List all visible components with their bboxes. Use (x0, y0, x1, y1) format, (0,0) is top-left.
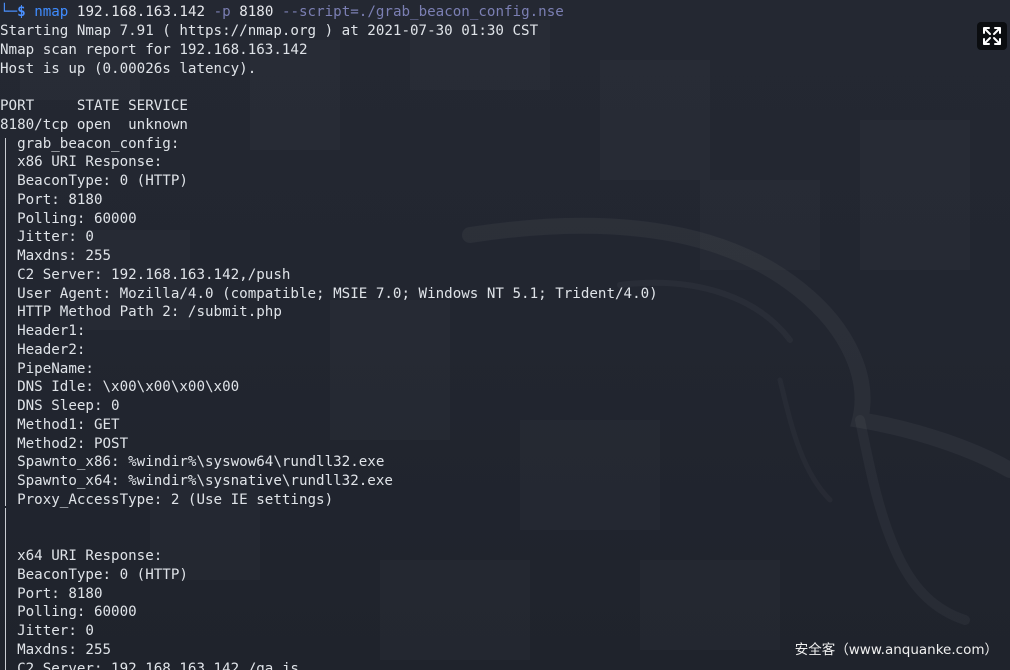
output-line: Port: 8180 (0, 585, 103, 602)
output-line: C2 Server: 192.168.163.142,/ga.js (0, 660, 299, 670)
output-line: Maxdns: 255 (0, 248, 112, 264)
output-line: DNS Sleep: 0 (0, 398, 120, 414)
output-line: DNS Idle: \x00\x00\x00\x00 (0, 379, 240, 396)
terminal-output: └─$ nmap 192.168.163.142 -p 8180 --scrip… (0, 0, 1010, 670)
output-line: Header1: (0, 323, 86, 339)
command-script: --script=./grab_beacon_config.nse (281, 4, 564, 20)
output-line: HTTP Method Path 2: /submit.php (0, 304, 282, 321)
output-line: Proxy_AccessType: 2 (Use IE settings) (0, 491, 334, 508)
output-line: Polling: 60000 (0, 604, 137, 621)
output-line: Method1: GET (0, 416, 120, 433)
output-line: Nmap scan report for 192.168.163.142 (0, 41, 308, 58)
result-bar-bottom (5, 508, 6, 670)
prompt-branch: └─ (0, 4, 18, 20)
prompt-symbol: $ (17, 4, 26, 20)
output-line: x64 URI Response: (0, 548, 163, 564)
output-line: Jitter: 0 (0, 623, 94, 639)
output-line: PORT STATE SERVICE (0, 98, 188, 114)
output-line: Starting Nmap 7.91 ( https://nmap.org ) … (0, 23, 539, 39)
command-port: 8180 (239, 4, 274, 20)
output-line: Jitter: 0 (0, 229, 94, 246)
output-line: Header2: (0, 341, 86, 358)
output-line: Spawnto_x86: %windir%\syswow64\rundll32.… (0, 454, 385, 471)
command-flag: -p (213, 4, 231, 20)
result-bar-top (5, 138, 6, 506)
expand-button[interactable] (977, 22, 1007, 50)
output-line: Maxdns: 255 (0, 641, 112, 658)
command-line: └─$ nmap 192.168.163.142 -p 8180 --scrip… (0, 3, 564, 22)
output-line: x86 URI Response: (0, 154, 163, 171)
output-line: BeaconType: 0 (HTTP) (0, 566, 188, 583)
command-program: nmap (34, 4, 69, 20)
output-line: User Agent: Mozilla/4.0 (compatible; MSI… (0, 285, 658, 302)
output-line: Polling: 60000 (0, 210, 137, 227)
expand-icon (983, 27, 1001, 45)
output-line: Port: 8180 (0, 191, 103, 208)
output-line: PipeName: (0, 360, 94, 377)
output-line: Method2: POST (0, 435, 129, 452)
output-line: C2 Server: 192.168.163.142,/push (0, 266, 291, 283)
output-line: Host is up (0.00026s latency). (0, 60, 257, 77)
watermark-text: 安全客（www.anquanke.com） (794, 642, 998, 658)
terminal-screenshot: └─$ nmap 192.168.163.142 -p 8180 --scrip… (0, 0, 1010, 670)
command-target: 192.168.163.142 (76, 4, 206, 20)
output-line: BeaconType: 0 (HTTP) (0, 173, 188, 189)
output-line: 8180/tcp open unknown (0, 116, 188, 133)
output-line: grab_beacon_config: (0, 135, 180, 152)
output-line: Spawnto_x64: %windir%\sysnative\rundll32… (0, 473, 393, 489)
